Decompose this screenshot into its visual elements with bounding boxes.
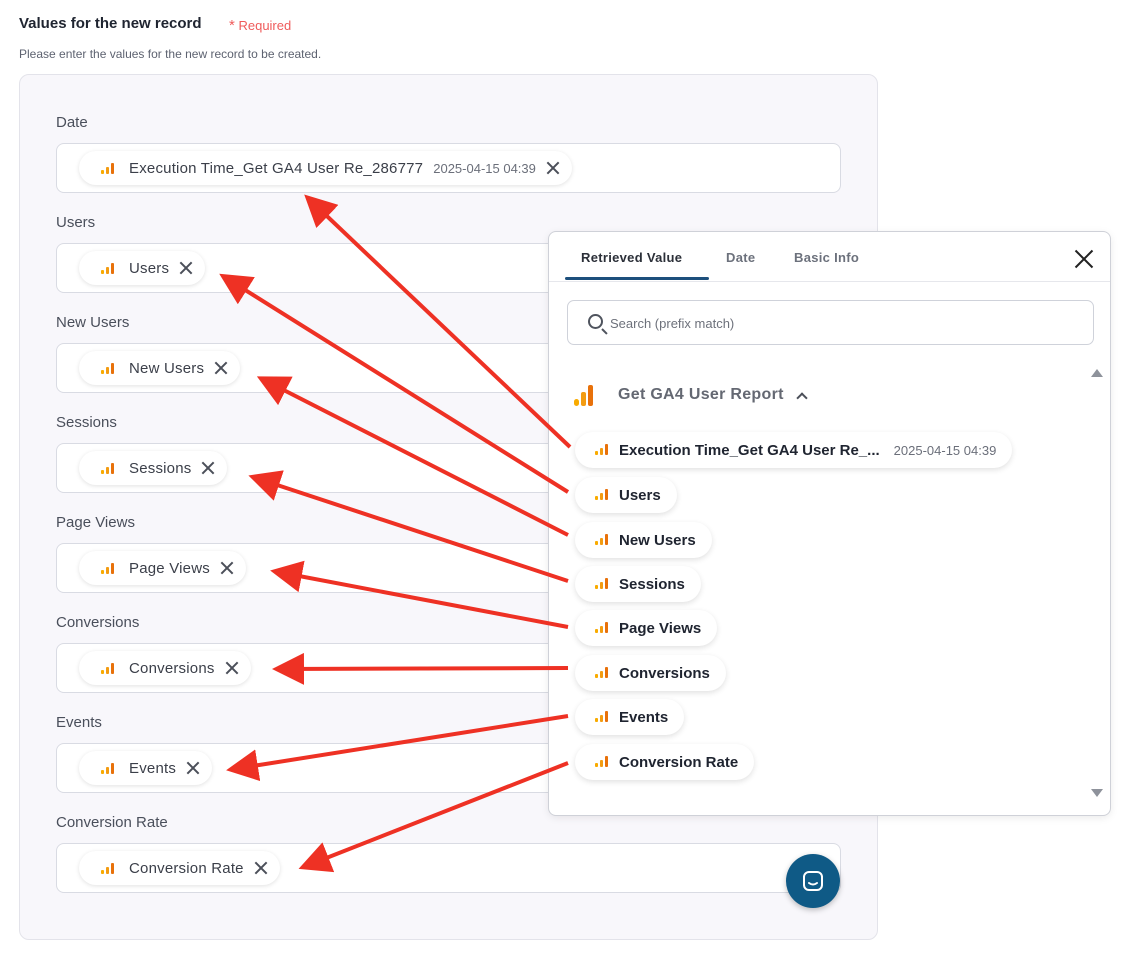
field-label-events: Events <box>56 714 102 731</box>
google-analytics-icon <box>595 756 608 767</box>
required-indicator: * Required <box>229 17 291 34</box>
required-label: Required <box>238 18 292 33</box>
section-description: Please enter the values for the new reco… <box>19 47 322 61</box>
google-analytics-icon <box>595 622 608 633</box>
tab-bar: Retrieved Value Date Basic Info <box>549 232 1110 282</box>
option-conversion-rate[interactable]: Conversion Rate <box>575 744 755 780</box>
field-label-sessions: Sessions <box>56 414 117 431</box>
google-analytics-icon <box>595 534 608 545</box>
chip-label: Events <box>129 759 177 777</box>
option-label: Conversion Rate <box>619 753 739 771</box>
option-execution-time[interactable]: Execution Time_Get GA4 User Re_... 2025-… <box>575 432 1013 468</box>
field-input-conversion-rate[interactable]: Conversion Rate <box>56 843 841 893</box>
google-analytics-icon <box>574 384 594 406</box>
close-icon[interactable] <box>201 461 215 475</box>
option-sessions[interactable]: Sessions <box>575 566 701 602</box>
chip-label: Conversions <box>129 659 215 677</box>
option-users[interactable]: Users <box>575 477 677 513</box>
chip-value: 2025-04-15 04:39 <box>433 160 536 176</box>
variable-chip[interactable]: Execution Time_Get GA4 User Re_286777 20… <box>79 151 572 185</box>
google-analytics-icon <box>595 711 608 722</box>
option-label: New Users <box>619 531 696 549</box>
close-icon[interactable] <box>186 761 200 775</box>
variable-chip[interactable]: Page Views <box>79 551 246 585</box>
close-icon[interactable] <box>546 161 560 175</box>
chip-label: New Users <box>129 359 205 377</box>
variable-chip[interactable]: New Users <box>79 351 241 385</box>
field-label-new-users: New Users <box>56 314 130 331</box>
option-new-users[interactable]: New Users <box>575 522 712 558</box>
close-icon[interactable] <box>179 261 193 275</box>
google-analytics-icon <box>101 763 114 774</box>
google-analytics-icon <box>101 263 114 274</box>
google-analytics-icon <box>101 363 114 374</box>
google-analytics-icon <box>101 663 114 674</box>
option-page-views[interactable]: Page Views <box>575 610 718 646</box>
option-label: Users <box>619 486 661 504</box>
field-input-date[interactable]: Execution Time_Get GA4 User Re_286777 20… <box>56 143 841 193</box>
variable-chip[interactable]: Conversion Rate <box>79 851 280 885</box>
tab-retrieved-value[interactable]: Retrieved Value <box>581 250 682 265</box>
option-conversions[interactable]: Conversions <box>575 655 726 691</box>
active-tab-indicator <box>565 277 709 280</box>
option-label: Sessions <box>619 575 685 593</box>
field-label-users: Users <box>56 214 96 231</box>
option-label: Execution Time_Get GA4 User Re_... <box>619 441 880 459</box>
option-events[interactable]: Events <box>575 699 685 735</box>
chat-icon <box>803 871 823 891</box>
google-analytics-icon <box>101 163 114 174</box>
required-star: * <box>229 17 235 34</box>
group-header-ga4-user-report[interactable]: Get GA4 User Report <box>574 384 808 406</box>
tab-date[interactable]: Date <box>726 250 755 265</box>
variable-chip[interactable]: Users <box>79 251 206 285</box>
close-icon[interactable] <box>220 561 234 575</box>
chip-label: Conversion Rate <box>129 859 244 877</box>
close-icon[interactable] <box>1074 249 1094 269</box>
chip-label: Page Views <box>129 559 210 577</box>
chip-label: Sessions <box>129 459 192 477</box>
close-icon[interactable] <box>254 861 268 875</box>
google-analytics-icon <box>101 563 114 574</box>
option-label: Page Views <box>619 619 702 637</box>
field-label-conversion-rate: Conversion Rate <box>56 814 168 831</box>
section-title: Values for the new record <box>19 15 202 32</box>
chip-label: Users <box>129 259 170 277</box>
variable-chip[interactable]: Conversions <box>79 651 251 685</box>
search-icon <box>588 314 603 329</box>
search-field[interactable] <box>567 300 1094 345</box>
google-analytics-icon <box>101 463 114 474</box>
chip-label: Execution Time_Get GA4 User Re_286777 <box>129 159 424 177</box>
field-label-date: Date <box>56 114 88 131</box>
field-label-page-views: Page Views <box>56 514 135 531</box>
google-analytics-icon <box>595 444 608 455</box>
chat-button[interactable] <box>786 854 840 908</box>
group-title: Get GA4 User Report <box>618 386 784 403</box>
close-icon[interactable] <box>225 661 239 675</box>
chevron-up-icon[interactable] <box>796 391 808 404</box>
scroll-up-arrow-icon[interactable] <box>1091 369 1103 377</box>
option-label: Events <box>619 708 669 726</box>
variable-chip[interactable]: Sessions <box>79 451 228 485</box>
value-picker-popup: Retrieved Value Date Basic Info Get GA4 … <box>548 231 1111 816</box>
google-analytics-icon <box>595 489 608 500</box>
scroll-down-arrow-icon[interactable] <box>1091 789 1103 797</box>
google-analytics-icon <box>101 863 114 874</box>
google-analytics-icon <box>595 667 608 678</box>
scrollbar[interactable] <box>1090 382 1104 782</box>
tab-basic-info[interactable]: Basic Info <box>794 250 859 265</box>
search-input[interactable] <box>610 314 1080 332</box>
google-analytics-icon <box>595 578 608 589</box>
option-label: Conversions <box>619 664 710 682</box>
option-value: 2025-04-15 04:39 <box>893 442 997 458</box>
close-icon[interactable] <box>214 361 228 375</box>
variable-chip[interactable]: Events <box>79 751 213 785</box>
field-label-conversions: Conversions <box>56 614 140 631</box>
